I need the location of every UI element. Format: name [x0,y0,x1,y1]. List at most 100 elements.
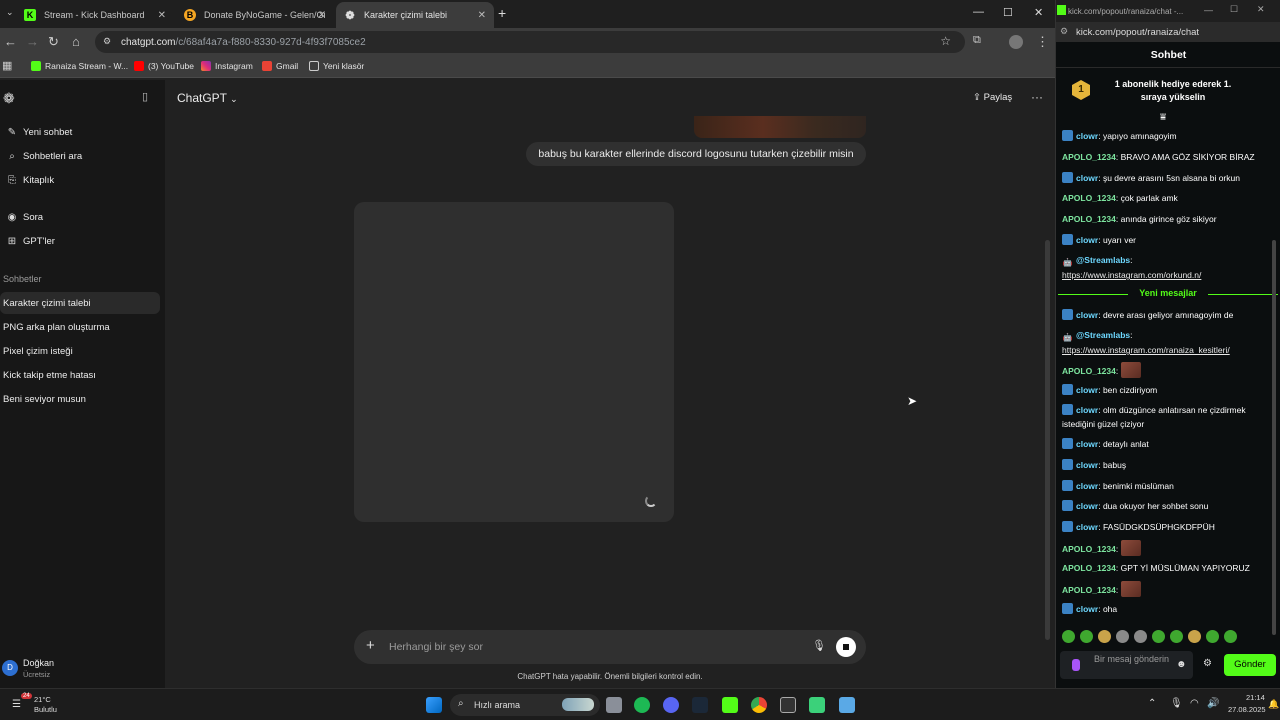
apps-grid-icon[interactable]: ▦ [2,59,12,72]
chat-username[interactable]: clowr [1076,405,1098,415]
start-windows-icon[interactable] [426,697,442,713]
close-window-icon[interactable]: ✕ [1034,6,1043,19]
microphone-icon[interactable] [1072,659,1080,671]
discord-icon[interactable] [663,697,679,713]
chat-username[interactable]: @Streamlabs [1076,255,1130,265]
bookmark-folder[interactable]: Yeni klasör [309,61,364,71]
stop-button[interactable] [836,637,856,657]
chat-link[interactable]: https://www.instagram.com/ranaiza_kesitl… [1062,345,1230,355]
profile-avatar-icon[interactable] [1009,35,1023,49]
model-selector[interactable]: ChatGPT ⌄ [177,91,238,105]
extensions-icon[interactable]: ⧉ [973,34,981,47]
sidebar-item-search[interactable]: ⌕ Sohbetleri ara [0,145,160,167]
tab-kick-dashboard[interactable]: K Stream - Kick Dashboard ✕ [16,2,174,28]
spotify-icon[interactable] [634,697,650,713]
clock-date[interactable]: 27.08.2025 [1228,705,1266,714]
composer-input[interactable]: Herhangi bir şey sor [389,641,483,653]
chat-username[interactable]: APOLO_1234 [1062,544,1116,554]
tab-donate-bynogame[interactable]: B Donate ByNoGame - Gelen/Gi ✕ [176,2,334,28]
emote-icon[interactable] [1062,630,1075,643]
minimize-icon[interactable]: — [973,6,984,18]
chat-username[interactable]: APOLO_1234 [1062,152,1116,162]
steam-icon[interactable] [692,697,708,713]
close-tab-icon[interactable]: ✕ [478,10,486,21]
sidebar-item-sora[interactable]: ◉ Sora [0,206,160,228]
microphone-tray-icon[interactable]: 🎙 [1170,698,1183,709]
emote-icon[interactable] [1080,630,1093,643]
popout-url-bar[interactable]: ⚙ kick.com/popout/ranaiza/chat [1056,22,1280,42]
conversation-item[interactable]: Beni seviyor musun [0,388,160,410]
send-button[interactable]: Gönder [1224,654,1276,676]
settings-gear-icon[interactable]: ⚙ [1203,658,1212,669]
site-info-icon[interactable]: ⚙ [1060,26,1068,37]
clock-time[interactable]: 21:14 [1246,693,1265,702]
notification-bell-icon[interactable]: 🔔 [1268,699,1279,710]
chat-username[interactable]: clowr [1076,385,1098,395]
home-icon[interactable]: ⌂ [72,34,80,49]
taskbar-search[interactable]: ⌕ Hızlı arama [450,694,600,716]
chat-username[interactable]: clowr [1076,481,1098,491]
close-window-icon[interactable]: ✕ [1257,4,1265,15]
user-profile[interactable]: D Doğkan Ücretsiz [2,658,152,684]
game-app-icon[interactable] [780,697,796,713]
tab-karakter-cizimi[interactable]: ❁ Karakter çizimi talebi ✕ [336,2,494,28]
bookmark-youtube[interactable]: (3) YouTube [134,61,194,71]
emote-icon[interactable] [1098,630,1111,643]
minimize-icon[interactable]: — [1204,5,1213,15]
reload-icon[interactable]: ↻ [48,34,59,50]
chat-username[interactable]: clowr [1076,131,1098,141]
wifi-icon[interactable]: ◠ [1190,698,1199,709]
chat-link[interactable]: https://www.instagram.com/orkund.n/ [1062,270,1201,280]
maximize-icon[interactable]: ☐ [1003,6,1013,19]
conversation-item[interactable]: Pixel çizim isteği [0,340,160,362]
emoji-icon[interactable]: ☻ [1176,659,1187,670]
chat-username[interactable]: APOLO_1234 [1062,193,1116,203]
more-options-icon[interactable]: ··· [1031,90,1043,104]
conversation-item[interactable]: Kick takip etme hatası [0,364,160,386]
browser-menu-icon[interactable]: ⋮ [1036,34,1049,50]
chat-username[interactable]: clowr [1076,522,1098,532]
maximize-icon[interactable]: ☐ [1230,4,1238,15]
add-attachment-icon[interactable]: + [366,637,375,654]
close-tab-icon[interactable]: ✕ [318,10,326,21]
weather-widget[interactable]: ☰ 24 21°C Bulutlu [10,693,90,717]
chat-username[interactable]: APOLO_1234 [1062,563,1116,573]
address-bar[interactable]: ⚙ chatgpt.com/c/68af4a7a-f880-8330-927d-… [95,31,965,53]
chat-username[interactable]: clowr [1076,501,1098,511]
chat-username[interactable]: clowr [1076,460,1098,470]
composer[interactable]: + Herhangi bir şey sor 🎙 [354,630,866,664]
close-tab-icon[interactable]: ✕ [158,10,166,21]
share-button[interactable]: ⇪ Paylaş [973,92,1012,103]
sidebar-item-new-chat[interactable]: ✎ Yeni sohbet [0,121,160,143]
new-tab-icon[interactable]: + [498,5,506,21]
chat-username[interactable]: clowr [1076,235,1098,245]
chat-message-input[interactable]: Bir mesaj gönderin ☻ [1060,651,1193,679]
emote-icon[interactable] [1134,630,1147,643]
bookmark-gmail[interactable]: Gmail [262,61,298,71]
emote-quick-bar[interactable] [1062,630,1252,644]
sidebar-item-gpts[interactable]: ⊞ GPT'ler [0,230,160,252]
chat-username[interactable]: APOLO_1234 [1062,214,1116,224]
expand-pinned-icon[interactable]: ⩸ [1160,112,1166,123]
emote-icon[interactable] [1224,630,1237,643]
volume-icon[interactable]: 🔊 [1207,698,1219,709]
bookmark-star-icon[interactable]: ☆ [940,34,951,48]
app-icon[interactable] [839,697,855,713]
toggle-sidebar-icon[interactable]: ▯ [142,90,148,103]
chat-username[interactable]: clowr [1076,310,1098,320]
chat-username[interactable]: clowr [1076,173,1098,183]
chat-username[interactable]: clowr [1076,439,1098,449]
emote-icon[interactable] [1116,630,1129,643]
chat-scrollbar[interactable] [1272,240,1276,635]
chat-username[interactable]: clowr [1076,604,1098,614]
app-icon[interactable] [809,697,825,713]
forward-icon[interactable]: → [26,34,39,49]
bookmark-ranaiza-stream[interactable]: Ranaiza Stream - W... [31,61,128,71]
chat-username[interactable]: APOLO_1234 [1062,585,1116,595]
tab-search-icon[interactable]: ⌄ [6,7,14,18]
microphone-icon[interactable]: 🎙 [812,639,826,652]
conversation-item[interactable]: Karakter çizimi talebi [0,292,160,314]
chevron-up-icon[interactable]: ⌃ [1148,698,1156,709]
emote-icon[interactable] [1170,630,1183,643]
emote-icon[interactable] [1188,630,1201,643]
